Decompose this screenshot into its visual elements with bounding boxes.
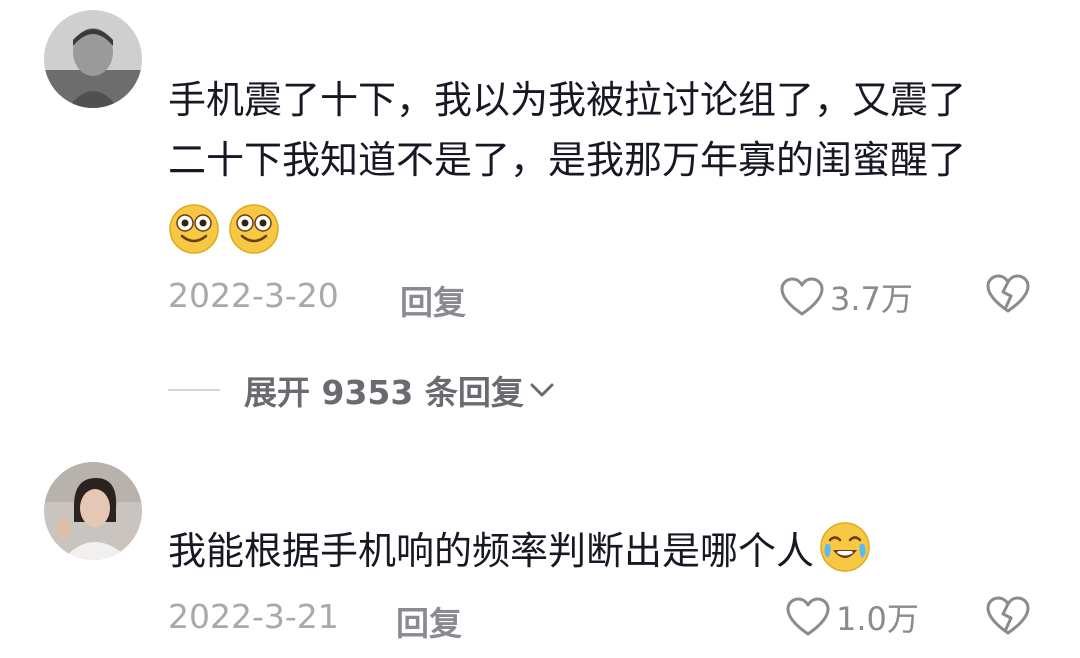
reply-button[interactable]: 回复 xyxy=(396,597,462,645)
emoji-row xyxy=(168,203,280,255)
like-button[interactable]: 3.7万 xyxy=(780,274,913,320)
comment-date: 2022-3-20 xyxy=(168,276,339,315)
heart-icon xyxy=(780,277,824,316)
divider-line xyxy=(168,389,220,391)
crying-laughing-emoji-icon xyxy=(820,522,870,572)
broken-heart-icon xyxy=(986,596,1030,635)
comment-text: 手机震了十下，我以为我被拉讨论组了，又震了 xyxy=(168,78,967,122)
like-button[interactable]: 1.0万 xyxy=(786,594,919,640)
dislike-button[interactable] xyxy=(986,596,1030,640)
comment-text: 二十下我知道不是了，是我那万年寡的闺蜜醒了 xyxy=(168,138,967,182)
comment-date: 2022-3-21 xyxy=(168,597,339,636)
expand-replies-button[interactable]: 展开 9353 条回复 xyxy=(168,366,556,414)
chevron-down-icon xyxy=(530,383,554,397)
heart-icon xyxy=(786,597,830,636)
dislike-button[interactable] xyxy=(986,274,1030,318)
like-count: 3.7万 xyxy=(830,280,913,318)
reply-button[interactable]: 回复 xyxy=(400,276,466,324)
comment-text: 我能根据手机响的频率判断出是哪个人 xyxy=(168,520,872,581)
broken-heart-icon xyxy=(986,274,1030,313)
expand-replies-label: 展开 9353 条回复 xyxy=(244,373,524,412)
avatar[interactable] xyxy=(44,462,142,560)
grin-emoji-icon xyxy=(169,204,219,254)
like-count: 1.0万 xyxy=(836,600,919,638)
grin-emoji-icon xyxy=(229,204,279,254)
comment-text-content: 我能根据手机响的频率判断出是哪个人 xyxy=(168,529,815,573)
avatar[interactable] xyxy=(44,10,142,108)
